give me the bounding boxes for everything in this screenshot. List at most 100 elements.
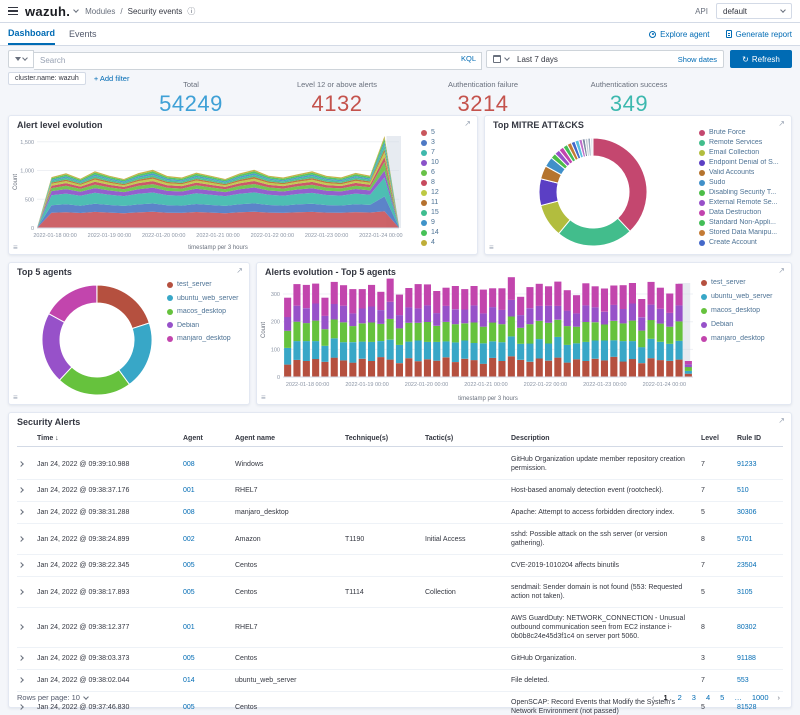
rule-id-link[interactable]: 80302: [737, 624, 756, 631]
rule-id-link[interactable]: 5701: [737, 536, 753, 543]
legend-item[interactable]: 8: [421, 179, 471, 186]
column-header-tactic-s-[interactable]: Tactic(s): [421, 431, 507, 446]
rule-id-link[interactable]: 3105: [737, 589, 753, 596]
column-header-agent[interactable]: Agent: [179, 431, 231, 446]
legend-item[interactable]: 15: [421, 209, 471, 216]
rule-id-link[interactable]: 30306: [737, 509, 756, 516]
legend-item[interactable]: 12: [421, 189, 471, 196]
tab-dashboard[interactable]: Dashboard: [8, 23, 56, 45]
column-header-agent-name[interactable]: Agent name: [231, 431, 341, 446]
column-header-rule-id[interactable]: Rule ID: [733, 431, 783, 446]
refresh-button[interactable]: ↻ Refresh: [730, 50, 792, 68]
legend-item[interactable]: Brute Force: [699, 129, 787, 136]
page-button-4[interactable]: 4: [702, 692, 714, 703]
legend-item[interactable]: Data Destruction: [699, 209, 787, 216]
rows-per-page-select[interactable]: Rows per page: 10: [17, 693, 89, 702]
legend-item[interactable]: manjaro_desktop: [701, 335, 787, 342]
agent-id-link[interactable]: 014: [183, 677, 195, 684]
legend-toggle-icon[interactable]: ≡: [261, 394, 266, 402]
legend-toggle-icon[interactable]: ≡: [13, 394, 18, 402]
legend-item[interactable]: 5: [421, 129, 471, 136]
row-expand-button[interactable]: [17, 454, 33, 475]
breadcrumb-modules[interactable]: Modules: [85, 7, 115, 16]
legend-item[interactable]: test_server: [701, 279, 787, 286]
rule-id-link[interactable]: 81528: [737, 704, 756, 711]
mitre-donut-chart[interactable]: [493, 130, 693, 252]
legend-item[interactable]: Endpoint Denial of S...: [699, 159, 787, 166]
index-pattern-select[interactable]: default: [716, 3, 792, 19]
column-header-technique-s-[interactable]: Technique(s): [341, 431, 421, 446]
explore-agent-button[interactable]: Explore agent: [649, 30, 710, 39]
legend-item[interactable]: macos_desktop: [167, 308, 247, 315]
agent-id-link[interactable]: 005: [183, 589, 195, 596]
tab-events[interactable]: Events: [69, 23, 97, 45]
agent-id-link[interactable]: 008: [183, 461, 195, 468]
legend-item[interactable]: Standard Non-Appli...: [699, 219, 787, 226]
expand-panel-icon[interactable]: ↗: [464, 119, 471, 128]
row-expand-button[interactable]: [17, 555, 33, 576]
search-input[interactable]: [34, 51, 482, 70]
legend-item[interactable]: 11: [421, 199, 471, 206]
expand-panel-icon[interactable]: ↗: [778, 416, 785, 425]
kql-toggle[interactable]: KQL: [461, 54, 476, 63]
rule-id-link[interactable]: 91188: [737, 655, 756, 662]
rule-id-link[interactable]: 510: [737, 487, 749, 494]
column-header-level[interactable]: Level: [697, 431, 733, 446]
agent-id-link[interactable]: 005: [183, 562, 195, 569]
filter-chip-cluster-name[interactable]: cluster.name: wazuh: [8, 72, 86, 85]
column-header-time[interactable]: Time ↓: [33, 431, 179, 446]
row-expand-button[interactable]: [17, 502, 33, 523]
previous-page-icon[interactable]: ‹: [649, 693, 658, 702]
row-expand-button[interactable]: [17, 529, 33, 550]
expand-panel-icon[interactable]: ↗: [778, 266, 785, 275]
agent-id-link[interactable]: 005: [183, 704, 195, 711]
menu-icon[interactable]: [8, 7, 18, 15]
expand-panel-icon[interactable]: ↗: [236, 266, 243, 275]
legend-item[interactable]: ubuntu_web_server: [701, 293, 787, 300]
legend-item[interactable]: 14: [421, 229, 471, 236]
legend-item[interactable]: Email Collection: [699, 149, 787, 156]
legend-item[interactable]: test_server: [167, 281, 247, 288]
row-expand-button[interactable]: [17, 480, 33, 501]
row-expand-button[interactable]: [17, 648, 33, 669]
legend-item[interactable]: manjaro_desktop: [167, 335, 247, 342]
agent-id-link[interactable]: 001: [183, 624, 195, 631]
legend-item[interactable]: Create Account: [699, 239, 787, 246]
legend-item[interactable]: 10: [421, 159, 471, 166]
legend-toggle-icon[interactable]: ≡: [489, 244, 494, 252]
agent-id-link[interactable]: 002: [183, 536, 195, 543]
top-agents-donut-chart[interactable]: [11, 276, 163, 403]
legend-item[interactable]: 3: [421, 139, 471, 146]
legend-item[interactable]: Stored Data Manipu...: [699, 229, 787, 236]
column-header-description[interactable]: Description: [507, 431, 697, 446]
legend-item[interactable]: Sudo: [699, 179, 787, 186]
legend-item[interactable]: 6: [421, 169, 471, 176]
next-page-icon[interactable]: ›: [775, 693, 784, 702]
alerts-evolution-bar-chart[interactable]: 0 100 200 300 2022-01-18 00:00 2022-01-19 00:…: [259, 277, 701, 403]
row-expand-button[interactable]: [17, 617, 33, 638]
rule-id-link[interactable]: 91233: [737, 461, 756, 468]
agent-id-link[interactable]: 008: [183, 509, 195, 516]
legend-item[interactable]: ubuntu_web_server: [167, 295, 247, 302]
page-button-3[interactable]: 3: [688, 692, 700, 703]
wazuh-logo[interactable]: wazuh.: [25, 4, 79, 19]
saved-query-menu-button[interactable]: [8, 50, 34, 68]
legend-item[interactable]: 7: [421, 149, 471, 156]
info-icon[interactable]: ⓘ: [187, 6, 195, 17]
alert-level-area-chart[interactable]: 0 500 1,000 1,500 2022-01-18 00:00 2022-01-19…: [11, 130, 409, 252]
agent-id-link[interactable]: 001: [183, 487, 195, 494]
rule-id-link[interactable]: 553: [737, 677, 749, 684]
legend-item[interactable]: Disabling Security T...: [699, 189, 787, 196]
page-button-5[interactable]: 5: [716, 692, 728, 703]
row-expand-button[interactable]: [17, 670, 33, 691]
expand-panel-icon[interactable]: ↗: [778, 119, 785, 128]
legend-item[interactable]: 9: [421, 219, 471, 226]
legend-item[interactable]: Remote Services: [699, 139, 787, 146]
row-expand-button[interactable]: [17, 582, 33, 603]
legend-item[interactable]: Debian: [167, 322, 247, 329]
show-dates-button[interactable]: Show dates: [678, 55, 717, 64]
date-range-picker[interactable]: Last 7 days Show dates: [486, 50, 724, 68]
page-button-2[interactable]: 2: [674, 692, 686, 703]
legend-item[interactable]: Valid Accounts: [699, 169, 787, 176]
page-button-1000[interactable]: 1000: [748, 692, 773, 703]
